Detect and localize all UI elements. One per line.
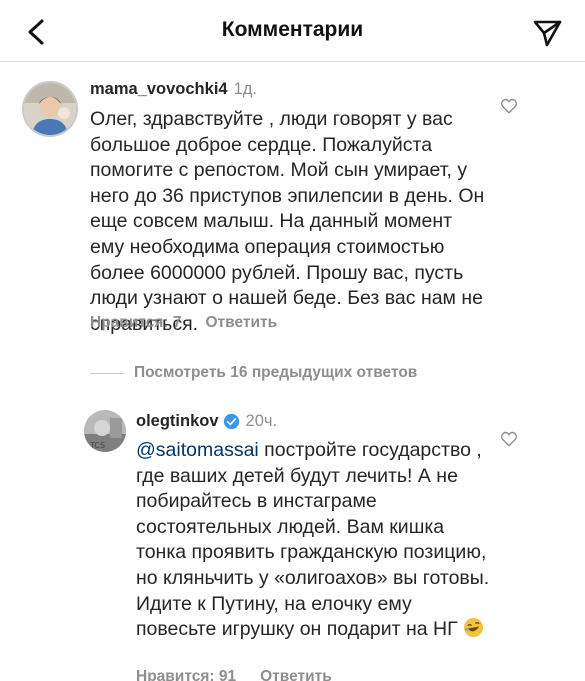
avatar[interactable]: TCS: [84, 410, 126, 452]
verified-badge-icon: [223, 413, 240, 430]
comment-header: olegtinkov 20ч.: [136, 412, 277, 431]
mention-link[interactable]: @saitomassai: [136, 439, 259, 461]
svg-text:TCS: TCS: [89, 441, 105, 450]
comment-body: постройте государство , где ваших детей …: [136, 439, 490, 641]
like-button[interactable]: [500, 430, 518, 448]
comment-header: mama_vovochki4 1д.: [90, 80, 257, 99]
reply-button[interactable]: Ответить: [205, 314, 277, 331]
heart-icon: [500, 431, 518, 447]
replies-divider: [90, 373, 124, 374]
share-button[interactable]: [529, 14, 565, 50]
timestamp: 20ч.: [245, 412, 278, 430]
comment-actions: Нравится: 7 Ответить: [90, 314, 277, 332]
comment-text: Олег, здравствуйте , люди говорят у вас …: [90, 108, 485, 335]
like-button[interactable]: [500, 97, 518, 115]
user-photo-icon: [24, 83, 76, 135]
comments-screen: Комментарии mama_vovochki4 1д. Олег, здра…: [0, 0, 585, 681]
username[interactable]: olegtinkov: [136, 412, 219, 431]
likes-count[interactable]: Нравится: 7: [90, 314, 181, 331]
view-replies-button[interactable]: Посмотреть 16 предыдущих ответов: [134, 364, 417, 382]
likes-count[interactable]: Нравится: 91: [136, 668, 236, 681]
timestamp: 1д.: [233, 80, 257, 98]
username[interactable]: mama_vovochki4: [90, 80, 228, 98]
comment-actions: Нравится: 91 Ответить: [136, 668, 332, 681]
reply-button[interactable]: Ответить: [260, 668, 332, 681]
comment-text: @saitomassai постройте государство , где…: [136, 438, 496, 643]
page-title: Комментарии: [221, 18, 364, 41]
user-photo-icon: TCS: [84, 410, 126, 452]
header: Комментарии: [0, 0, 585, 62]
send-icon: [533, 20, 562, 47]
avatar[interactable]: [22, 81, 78, 137]
heart-icon: [500, 98, 518, 114]
laughing-emoji-icon: [463, 617, 484, 638]
